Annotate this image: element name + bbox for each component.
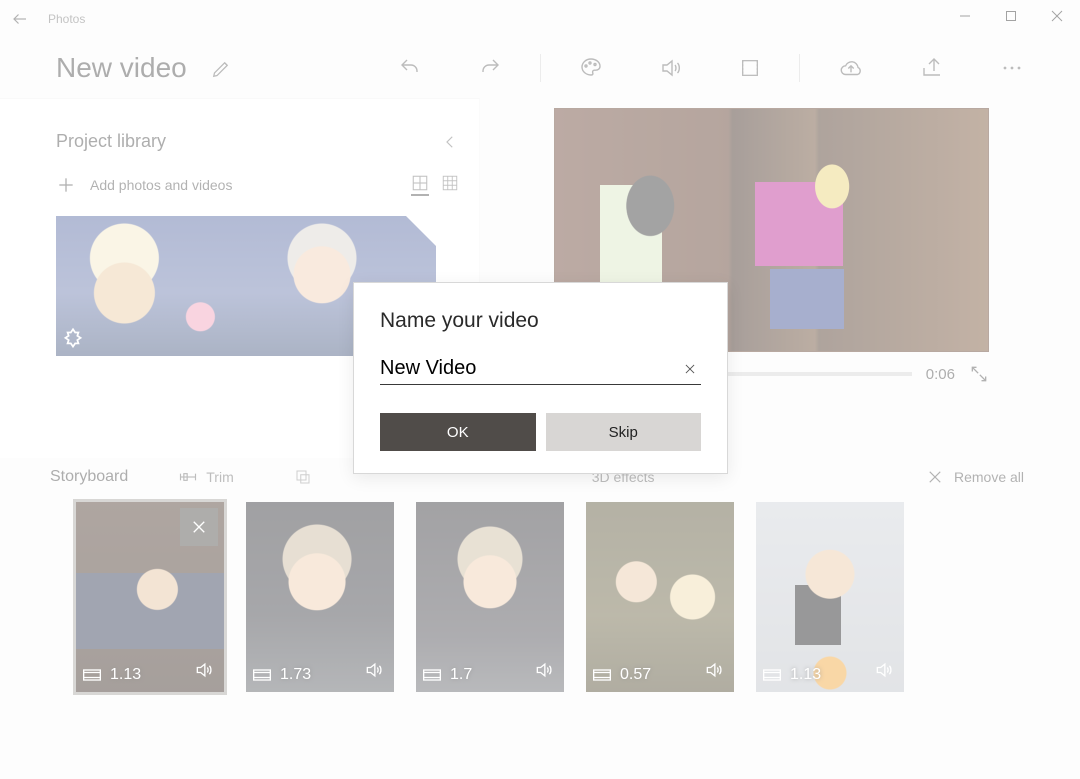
- redo-button[interactable]: [478, 56, 502, 80]
- more-button[interactable]: [1000, 56, 1024, 80]
- close-window-button[interactable]: [1034, 0, 1080, 32]
- clip-type-icon: [592, 667, 612, 683]
- clip-duration: 1.73: [280, 666, 311, 684]
- storyboard-clip[interactable]: 0.57: [586, 502, 734, 692]
- editor-toolbar: New video: [0, 38, 1080, 98]
- fullscreen-button[interactable]: [969, 364, 989, 384]
- add-media-label: Add photos and videos: [90, 177, 232, 193]
- toolbar-actions: [398, 54, 1024, 82]
- clip-type-icon: [82, 667, 102, 683]
- remove-clip-button[interactable]: [180, 508, 218, 546]
- clip-volume-icon[interactable]: [364, 660, 384, 680]
- clip-volume-icon[interactable]: [874, 660, 894, 680]
- skip-button[interactable]: Skip: [546, 413, 702, 451]
- dialog-title: Name your video: [380, 309, 701, 333]
- trim-label: Trim: [206, 469, 233, 485]
- video-name-input[interactable]: [380, 357, 679, 380]
- clip-type-icon: [762, 667, 782, 683]
- clips-row: 1.13 1.73 1.7: [50, 494, 1024, 692]
- trim-button[interactable]: Trim: [178, 469, 233, 485]
- remove-all-label: Remove all: [954, 469, 1024, 485]
- collapse-library-button[interactable]: [441, 133, 459, 151]
- project-title[interactable]: New video: [56, 52, 187, 84]
- share-button[interactable]: [920, 56, 944, 80]
- clip-volume-icon[interactable]: [534, 660, 554, 680]
- grid-small-view-button[interactable]: [441, 174, 459, 196]
- theme-button[interactable]: [579, 56, 603, 80]
- clip-added-icon: [60, 326, 86, 352]
- window-controls: [942, 0, 1080, 32]
- clip-volume-icon[interactable]: [194, 660, 214, 680]
- clip-duration: 0.57: [620, 666, 651, 684]
- clip-duration: 1.7: [450, 666, 472, 684]
- separator: [540, 54, 541, 82]
- clip-type-icon: [252, 667, 272, 683]
- library-title: Project library: [56, 131, 166, 152]
- clear-input-button[interactable]: [679, 360, 701, 378]
- separator: [799, 54, 800, 82]
- aspect-ratio-button[interactable]: [739, 57, 761, 79]
- undo-button[interactable]: [398, 56, 422, 80]
- resize-button[interactable]: [294, 468, 312, 486]
- back-button[interactable]: [0, 10, 40, 28]
- music-button[interactable]: [659, 56, 683, 80]
- storyboard-panel: Storyboard Trim 3D effects Remove all 1.…: [0, 458, 1080, 692]
- clip-duration: 1.13: [790, 666, 821, 684]
- cloud-sync-button[interactable]: [838, 55, 864, 81]
- minimize-button[interactable]: [942, 0, 988, 32]
- name-video-dialog: Name your video OK Skip: [353, 282, 728, 474]
- storyboard-clip[interactable]: 1.7: [416, 502, 564, 692]
- ok-button[interactable]: OK: [380, 413, 536, 451]
- clip-duration: 1.13: [110, 666, 141, 684]
- clip-type-icon: [422, 667, 442, 683]
- storyboard-clip[interactable]: 1.13: [756, 502, 904, 692]
- storyboard-title: Storyboard: [50, 468, 128, 486]
- remove-all-button[interactable]: Remove all: [926, 468, 1024, 486]
- clip-volume-icon[interactable]: [704, 660, 724, 680]
- maximize-button[interactable]: [988, 0, 1034, 32]
- app-name-label: Photos: [48, 12, 85, 26]
- grid-large-view-button[interactable]: [411, 174, 429, 196]
- edit-title-button[interactable]: [211, 57, 233, 79]
- storyboard-clip[interactable]: 1.73: [246, 502, 394, 692]
- timecode-label: 0:06: [926, 366, 955, 383]
- add-media-button[interactable]: Add photos and videos: [56, 175, 232, 195]
- storyboard-clip[interactable]: 1.13: [76, 502, 224, 692]
- titlebar: Photos: [0, 0, 1080, 38]
